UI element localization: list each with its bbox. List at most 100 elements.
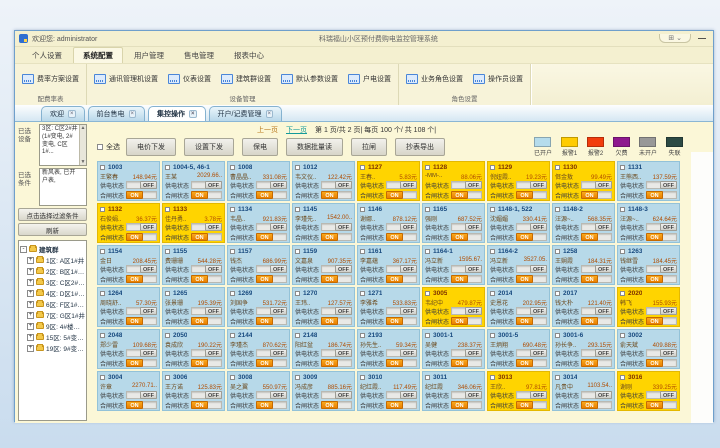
switch-off-thumb[interactable]: OFF [335, 181, 352, 189]
close-status-switch[interactable]: ON [646, 359, 677, 367]
supply-status-switch[interactable]: OFF [646, 181, 677, 189]
select-all-checkbox[interactable] [97, 144, 103, 150]
minimize-button[interactable]: — [695, 34, 709, 43]
card-checkbox[interactable] [360, 291, 365, 296]
meter-card[interactable]: 1164-1 冯立新 1595.67. 供电状态 OFF [422, 245, 485, 285]
expand-icon[interactable]: + [27, 257, 34, 264]
switch-on-thumb[interactable]: ON [321, 359, 338, 367]
switch-on-thumb[interactable]: ON [516, 317, 533, 325]
card-checkbox[interactable] [360, 375, 365, 380]
supply-status-switch[interactable]: OFF [646, 349, 677, 357]
card-checkbox[interactable] [165, 333, 170, 338]
switch-off-thumb[interactable]: OFF [335, 391, 352, 399]
switch-on-thumb[interactable]: ON [646, 275, 663, 283]
switch-on-thumb[interactable]: ON [321, 233, 338, 241]
meter-card[interactable]: 1271 李雅希 533.83元 供电状态 OFF [357, 287, 420, 327]
tree-item[interactable]: + 7区: G区1#井 [20, 310, 85, 320]
switch-off-thumb[interactable]: OFF [465, 391, 482, 399]
ribbon-button[interactable]: 户电设置 [344, 72, 395, 86]
ribbon-button[interactable]: 仪表设置 [164, 72, 215, 86]
meter-card[interactable]: 1263 钱继雪 184.45元 供电状态 OFF [617, 245, 680, 285]
meter-card[interactable]: 1012 韦文仪.. 122.42元 供电状态 OFF [292, 161, 355, 201]
supply-status-switch[interactable]: OFF [646, 307, 677, 315]
supply-status-switch[interactable]: OFF [321, 223, 352, 231]
meter-card[interactable]: 1148-3 汪源~.. 624.64元 供电状态 OFF [617, 203, 680, 243]
close-status-switch[interactable]: ON [581, 275, 612, 283]
card-checkbox[interactable] [100, 291, 105, 296]
ribbon-button[interactable]: 费率方案设置 [18, 72, 83, 86]
close-status-switch[interactable]: ON [126, 401, 157, 409]
meter-card[interactable]: 1270 王玮.. 127.57元 供电状态 OFF [292, 287, 355, 327]
switch-off-thumb[interactable]: OFF [660, 349, 677, 357]
meter-card[interactable]: 1161 李嘉蕴 367.17元 供电状态 OFF [357, 245, 420, 285]
quick-access-controls[interactable]: ⊞ ⌄ [659, 34, 691, 43]
card-checkbox[interactable] [620, 291, 625, 296]
supply-status-switch[interactable]: OFF [321, 307, 352, 315]
card-checkbox[interactable] [295, 291, 300, 296]
switch-off-thumb[interactable]: OFF [270, 391, 287, 399]
switch-off-thumb[interactable]: OFF [140, 349, 157, 357]
card-checkbox[interactable] [295, 249, 300, 254]
toolbar-button[interactable]: 电价下发 [126, 138, 176, 156]
close-status-switch[interactable]: ON [581, 401, 612, 409]
card-checkbox[interactable] [295, 333, 300, 338]
supply-status-switch[interactable]: OFF [646, 265, 677, 273]
switch-on-thumb[interactable]: ON [451, 191, 468, 199]
close-status-switch[interactable]: ON [126, 191, 157, 199]
meter-card[interactable]: 3011 纪红霞 346.06元 供电状态 OFF [422, 371, 485, 411]
card-checkbox[interactable] [425, 333, 430, 338]
card-checkbox[interactable] [490, 333, 495, 338]
card-checkbox[interactable] [165, 375, 170, 380]
switch-off-thumb[interactable]: OFF [205, 307, 222, 315]
supply-status-switch[interactable]: OFF [516, 391, 547, 399]
supply-status-switch[interactable]: OFF [191, 265, 222, 273]
supply-status-switch[interactable]: OFF [451, 181, 482, 189]
card-checkbox[interactable] [100, 249, 105, 254]
supply-status-switch[interactable]: OFF [256, 265, 287, 273]
card-checkbox[interactable] [620, 375, 625, 380]
expand-icon[interactable]: + [27, 290, 34, 297]
supply-status-switch[interactable]: OFF [256, 223, 287, 231]
meter-card[interactable]: 1145 李瑾先.. 1542.00.. 供电状态 OFF [292, 203, 355, 243]
card-checkbox[interactable] [165, 207, 170, 212]
switch-off-thumb[interactable]: OFF [465, 349, 482, 357]
supply-status-switch[interactable]: OFF [126, 307, 157, 315]
meter-card[interactable]: 3001-1 吴健 238.37元 供电状态 OFF [422, 329, 485, 369]
switch-off-thumb[interactable]: OFF [465, 181, 482, 189]
switch-off-thumb[interactable]: OFF [335, 307, 352, 315]
supply-status-switch[interactable]: OFF [191, 391, 222, 399]
switch-off-thumb[interactable]: OFF [660, 307, 677, 315]
card-checkbox[interactable] [100, 333, 105, 338]
supply-status-switch[interactable]: OFF [646, 391, 677, 399]
card-checkbox[interactable] [490, 291, 495, 296]
meter-card[interactable]: 1269 刘国争 531.72元 供电状态 OFF [227, 287, 290, 327]
close-status-switch[interactable]: ON [646, 233, 677, 241]
close-status-switch[interactable]: ON [256, 275, 287, 283]
close-status-switch[interactable]: ON [126, 359, 157, 367]
meter-card[interactable]: 1165 强刚 687.52元 供电状态 OFF [422, 203, 485, 243]
switch-on-thumb[interactable]: ON [191, 317, 208, 325]
supply-status-switch[interactable]: OFF [126, 391, 157, 399]
switch-on-thumb[interactable]: ON [581, 359, 598, 367]
switch-on-thumb[interactable]: ON [386, 401, 403, 409]
supply-status-switch[interactable]: OFF [126, 181, 157, 189]
tab-close-icon[interactable]: × [68, 110, 76, 118]
close-status-switch[interactable]: ON [321, 191, 352, 199]
card-checkbox[interactable] [165, 291, 170, 296]
switch-off-thumb[interactable]: OFF [205, 349, 222, 357]
scroll-up-icon[interactable]: ▲ [80, 125, 86, 132]
card-checkbox[interactable] [425, 165, 430, 170]
tree-item[interactable]: + 6区: F区1#井 (F区... [20, 299, 85, 309]
card-checkbox[interactable] [100, 375, 105, 380]
switch-on-thumb[interactable]: ON [386, 359, 403, 367]
card-checkbox[interactable] [425, 291, 430, 296]
supply-status-switch[interactable]: OFF [321, 349, 352, 357]
meter-card[interactable]: 2017 钱大朴 121.40元 供电状态 OFF [552, 287, 615, 327]
meter-card[interactable]: 3004 许章 2270.71.. 供电状态 OFF [97, 371, 160, 411]
expand-icon[interactable]: + [27, 268, 34, 275]
switch-on-thumb[interactable]: ON [516, 275, 533, 283]
supply-status-switch[interactable]: OFF [321, 181, 352, 189]
close-status-switch[interactable]: ON [321, 317, 352, 325]
switch-on-thumb[interactable]: ON [191, 233, 208, 241]
switch-off-thumb[interactable]: OFF [530, 391, 547, 399]
